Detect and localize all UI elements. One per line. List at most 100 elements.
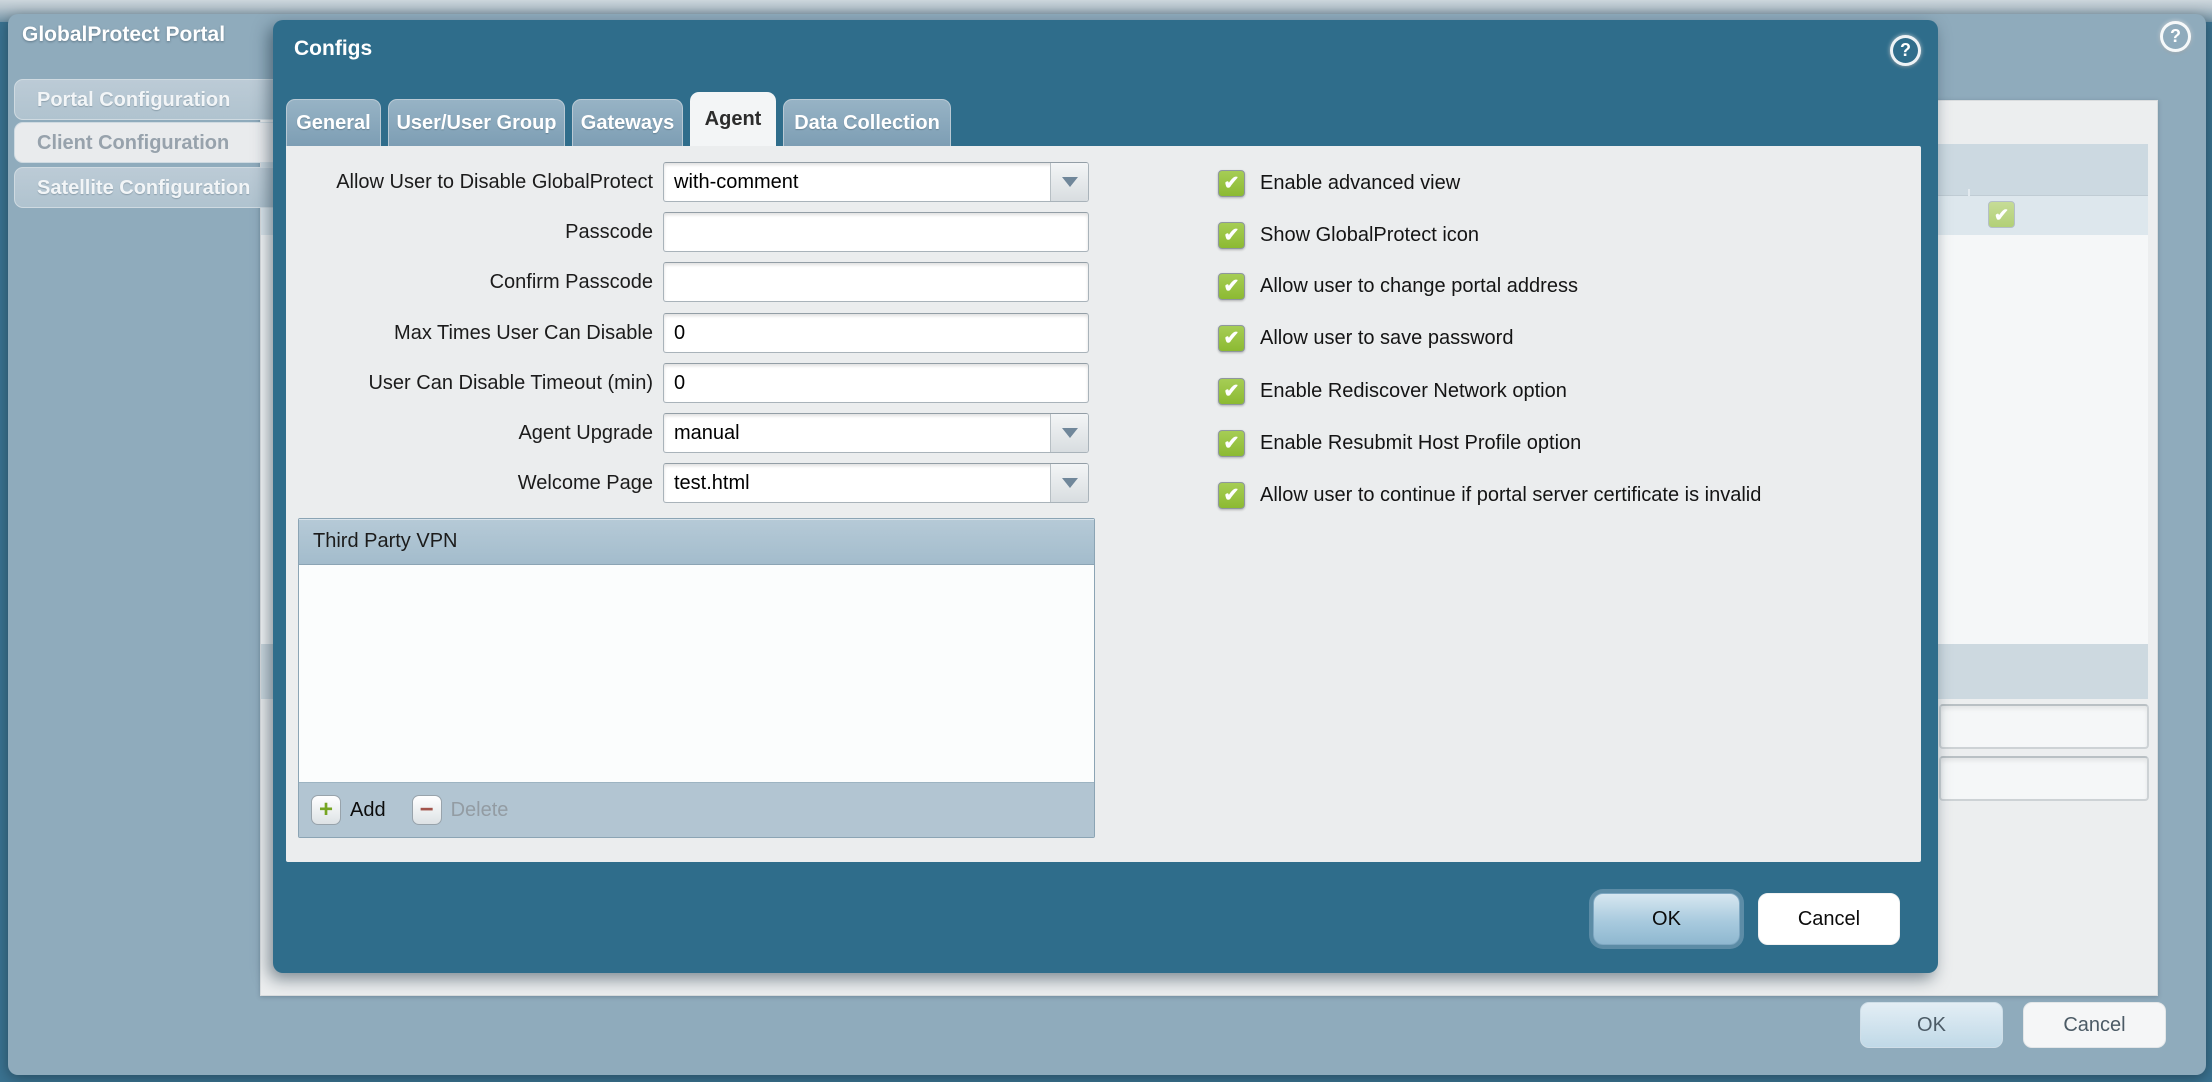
ok-label: OK — [1917, 1014, 1946, 1037]
question-mark-icon: ? — [1900, 40, 1911, 61]
form-row: Passcode — [286, 212, 1089, 252]
form-row: Allow User to Disable GlobalProtect — [286, 162, 1089, 202]
check-icon: ✔ — [1224, 276, 1240, 297]
check-icon: ✔ — [1224, 173, 1240, 194]
question-mark-icon: ? — [2170, 26, 2181, 47]
checkbox-enable-advanced-view[interactable]: ✔ Enable advanced view — [1218, 170, 1460, 197]
check-icon: ✔ — [1224, 485, 1240, 506]
tab-general[interactable]: General — [286, 99, 381, 146]
agent-upgrade-select[interactable] — [663, 413, 1089, 453]
welcome-page-select[interactable] — [663, 463, 1089, 503]
checkbox-label: Enable advanced view — [1260, 172, 1460, 195]
checkbox-allow-continue-invalid-certificate[interactable]: ✔ Allow user to continue if portal serve… — [1218, 482, 1761, 509]
sidebar-tab-label: Satellite Configuration — [37, 177, 250, 199]
checkbox-enable-rediscover-network[interactable]: ✔ Enable Rediscover Network option — [1218, 378, 1567, 405]
dialog-title: Configs — [294, 37, 372, 61]
column-header-label: Third Party VPN — [313, 530, 457, 553]
use-sso-checkbox[interactable]: ✔ — [1988, 201, 2015, 228]
tab-label: Gateways — [581, 112, 674, 135]
checkbox-allow-save-password[interactable]: ✔ Allow user to save password — [1218, 325, 1513, 352]
tab-label: Data Collection — [794, 112, 940, 135]
chevron-down-icon — [1062, 428, 1078, 438]
check-icon: ✔ — [1994, 205, 2009, 225]
configs-dialog: Configs ? General User/User Group Gatewa… — [273, 20, 1938, 973]
tab-gateways[interactable]: Gateways — [572, 99, 683, 146]
checkbox-allow-change-portal-address[interactable]: ✔ Allow user to change portal address — [1218, 273, 1578, 300]
checkbox-checked[interactable]: ✔ — [1218, 222, 1245, 249]
tab-user-user-group[interactable]: User/User Group — [388, 99, 565, 146]
tab-label: General — [296, 112, 370, 135]
checkbox-enable-resubmit-host-profile[interactable]: ✔ Enable Resubmit Host Profile option — [1218, 430, 1581, 457]
checkbox-checked[interactable]: ✔ — [1218, 378, 1245, 405]
window-cancel-button[interactable]: Cancel — [2023, 1002, 2166, 1048]
third-party-vpn-table: Third Party VPN + Add − Delete — [298, 518, 1095, 838]
form-row: Confirm Passcode — [286, 262, 1089, 302]
dialog-cancel-button[interactable]: Cancel — [1758, 893, 1900, 945]
form-row: Welcome Page — [286, 463, 1089, 503]
window-title: GlobalProtect Portal — [22, 23, 225, 47]
checkbox-checked[interactable]: ✔ — [1218, 170, 1245, 197]
plus-icon: + — [311, 795, 341, 825]
add-label: Add — [350, 799, 386, 822]
check-icon: ✔ — [1224, 225, 1240, 246]
form-row: User Can Disable Timeout (min) — [286, 363, 1089, 403]
field-label: Allow User to Disable GlobalProtect — [286, 171, 663, 194]
third-party-vpn-header[interactable]: Third Party VPN — [299, 519, 1094, 565]
checkbox-checked[interactable]: ✔ — [1218, 325, 1245, 352]
checkbox-label: Allow user to save password — [1260, 327, 1513, 350]
third-party-vpn-body-empty[interactable] — [299, 565, 1094, 782]
check-icon: ✔ — [1224, 381, 1240, 402]
user-can-disable-timeout-field[interactable] — [663, 363, 1089, 403]
checkbox-label: Show GlobalProtect icon — [1260, 224, 1479, 247]
add-button[interactable]: + Add — [311, 795, 386, 825]
dropdown-button[interactable] — [1050, 464, 1088, 502]
dialog-help-icon[interactable]: ? — [1890, 35, 1921, 66]
background-field-2[interactable] — [1939, 756, 2149, 801]
tab-agent[interactable]: Agent — [690, 92, 776, 146]
passcode-field[interactable] — [663, 212, 1089, 252]
checkbox-show-globalprotect-icon[interactable]: ✔ Show GlobalProtect icon — [1218, 222, 1479, 249]
sidebar-tab-client-configuration[interactable]: Client Configuration — [14, 122, 282, 163]
sidebar-tab-label: Client Configuration — [37, 132, 229, 154]
field-label: Confirm Passcode — [286, 271, 663, 294]
allow-user-to-disable-select[interactable] — [663, 162, 1089, 202]
cancel-label: Cancel — [1798, 908, 1860, 931]
checkbox-checked[interactable]: ✔ — [1218, 273, 1245, 300]
dialog-ok-button[interactable]: OK — [1593, 893, 1740, 945]
form-row: Agent Upgrade — [286, 413, 1089, 453]
sidebar-tab-satellite-configuration[interactable]: Satellite Configuration — [14, 167, 282, 208]
minus-icon: − — [412, 795, 442, 825]
delete-label: Delete — [451, 799, 509, 822]
form-row: Max Times User Can Disable — [286, 313, 1089, 353]
window-ok-button[interactable]: OK — [1860, 1002, 2003, 1048]
field-label: Agent Upgrade — [286, 422, 663, 445]
tab-label: Agent — [705, 108, 762, 131]
field-label: User Can Disable Timeout (min) — [286, 372, 663, 395]
third-party-vpn-toolbar: + Add − Delete — [299, 782, 1094, 837]
delete-button[interactable]: − Delete — [412, 795, 509, 825]
checkbox-label: Allow user to change portal address — [1260, 275, 1578, 298]
checkbox-label: Enable Rediscover Network option — [1260, 380, 1567, 403]
field-label: Welcome Page — [286, 472, 663, 495]
checkbox-checked[interactable]: ✔ — [1218, 430, 1245, 457]
agent-tab-panel: Allow User to Disable GlobalProtect Pass… — [286, 146, 1921, 862]
help-icon[interactable]: ? — [2160, 21, 2191, 52]
tab-label: User/User Group — [396, 112, 556, 135]
checkbox-label: Enable Resubmit Host Profile option — [1260, 432, 1581, 455]
field-label: Max Times User Can Disable — [286, 322, 663, 345]
confirm-passcode-field[interactable] — [663, 262, 1089, 302]
dropdown-button[interactable] — [1050, 414, 1088, 452]
check-icon: ✔ — [1224, 328, 1240, 349]
cancel-label: Cancel — [2063, 1014, 2125, 1037]
background-field-1[interactable] — [1939, 704, 2149, 749]
ok-label: OK — [1652, 908, 1681, 931]
check-icon: ✔ — [1224, 433, 1240, 454]
dropdown-button[interactable] — [1050, 163, 1088, 201]
sidebar-tab-portal-configuration[interactable]: Portal Configuration — [14, 79, 282, 120]
chevron-down-icon — [1062, 177, 1078, 187]
checkbox-checked[interactable]: ✔ — [1218, 482, 1245, 509]
sidebar-tab-label: Portal Configuration — [37, 89, 230, 111]
tab-data-collection[interactable]: Data Collection — [783, 99, 951, 146]
max-times-user-can-disable-field[interactable] — [663, 313, 1089, 353]
dialog-tabbar: General User/User Group Gateways Agent D… — [286, 98, 951, 146]
